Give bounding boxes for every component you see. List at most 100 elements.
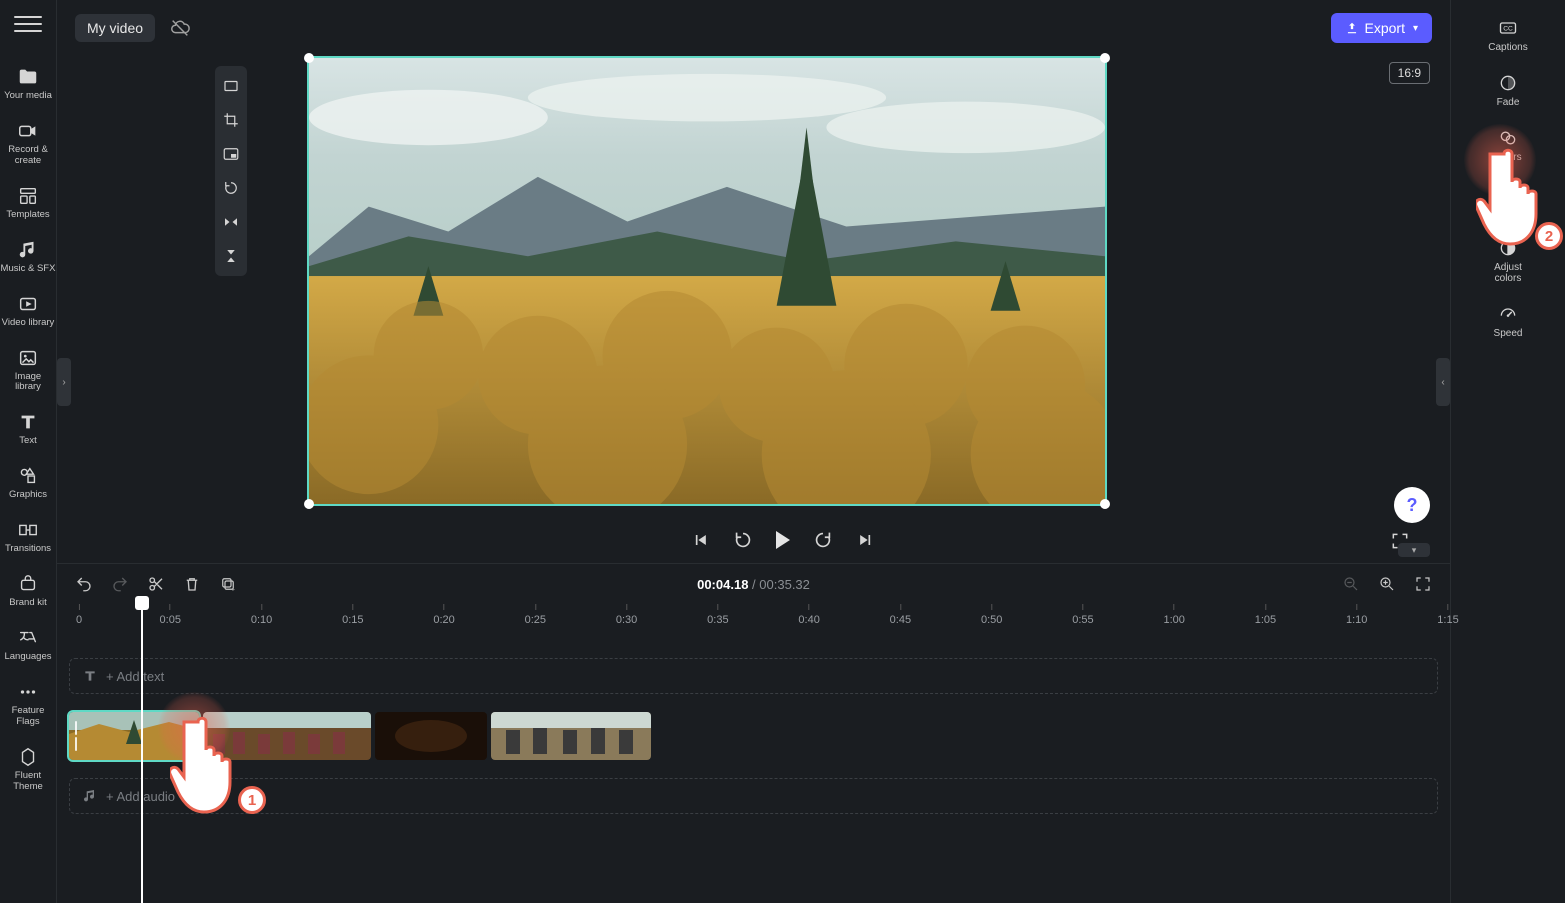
sidebar-item-record-create[interactable]: Record & create [0, 114, 57, 175]
adjust-colors-icon [1498, 238, 1518, 258]
flip-vertical-icon[interactable] [215, 240, 247, 272]
shapes-icon [17, 465, 39, 487]
export-button[interactable]: Export ▾ [1331, 13, 1433, 43]
music-note-icon [82, 788, 98, 804]
preview-frame-image [309, 58, 1105, 504]
theme-icon [17, 746, 39, 768]
sidebar-item-label: Brand kit [9, 598, 47, 609]
fade-icon [1498, 73, 1518, 93]
help-button[interactable]: ? [1394, 487, 1430, 523]
svg-text:+: + [231, 587, 235, 594]
right-sidebar: CC Captions Fade Filters Effects Adjust … [1450, 0, 1565, 903]
text-track-placeholder: + Add text [106, 669, 164, 684]
timeline-ruler[interactable]: 00:050:100:150:200:250:300:350:400:450:5… [69, 604, 1438, 630]
zoom-out-icon[interactable] [1342, 575, 1360, 593]
skip-start-icon[interactable] [690, 530, 710, 550]
preview-canvas[interactable] [307, 56, 1107, 506]
right-item-label: Effects [1493, 207, 1523, 218]
zoom-in-icon[interactable] [1378, 575, 1396, 593]
play-button-icon[interactable] [776, 531, 790, 549]
video-clip[interactable] [69, 712, 199, 760]
undo-icon[interactable] [75, 575, 93, 593]
collapse-preview-button[interactable]: ▾ [1398, 543, 1430, 557]
sidebar-item-feature-flags[interactable]: Feature Flags [0, 675, 57, 736]
sidebar-item-music-sfx[interactable]: Music & SFX [0, 233, 57, 283]
resize-handle[interactable] [304, 499, 314, 509]
sidebar-item-graphics[interactable]: Graphics [0, 459, 57, 509]
sidebar-item-image-library[interactable]: Image library [0, 341, 57, 402]
resize-handle[interactable] [304, 53, 314, 63]
right-item-effects[interactable]: Effects [1451, 177, 1565, 224]
rotate-tool-icon[interactable] [215, 172, 247, 204]
left-sidebar: Your media Record & create Templates Mus… [0, 0, 57, 903]
resize-handle[interactable] [1100, 53, 1110, 63]
music-note-icon [17, 239, 39, 261]
filters-icon [1498, 128, 1518, 148]
seek-forward-icon[interactable] [812, 529, 834, 551]
clip-trim-handle[interactable] [71, 712, 81, 760]
seek-back-icon[interactable] [732, 529, 754, 551]
sidebar-item-templates[interactable]: Templates [0, 179, 57, 229]
right-item-label: Filters [1494, 152, 1521, 163]
captions-icon: CC [1498, 18, 1518, 38]
video-track-lane[interactable] [69, 712, 1438, 760]
video-clip[interactable] [203, 712, 371, 760]
audio-track-lane[interactable]: + Add audio [69, 778, 1438, 814]
project-title[interactable]: My video [75, 14, 155, 42]
ruler-tick: 0:20 [433, 604, 454, 626]
ruler-tick: 0:35 [707, 604, 728, 626]
timeline-tracks: + Add text + Add audio [57, 630, 1450, 814]
ruler-tick: 0:05 [160, 604, 181, 626]
clip-trim-handle[interactable] [187, 712, 197, 760]
ruler-tick: 0:30 [616, 604, 637, 626]
right-item-captions[interactable]: CC Captions [1451, 12, 1565, 59]
text-track-lane[interactable]: + Add text [69, 658, 1438, 694]
timecode-current: 00:04.18 [697, 577, 748, 592]
svg-text:CC: CC [1503, 26, 1513, 33]
timeline-panel: + 00:04.18 / 00:35.32 00:050:100:150:200… [57, 563, 1450, 903]
aspect-ratio-selector[interactable]: 16:9 [1389, 62, 1430, 84]
duplicate-icon[interactable]: + [219, 575, 237, 593]
sidebar-item-fluent-theme[interactable]: Fluent Theme [0, 740, 57, 801]
split-icon[interactable] [147, 575, 165, 593]
more-icon [17, 681, 39, 703]
chevron-down-icon: ▾ [1413, 23, 1418, 34]
sidebar-item-brand-kit[interactable]: Brand kit [0, 567, 57, 617]
languages-icon [17, 627, 39, 649]
tutorial-step-badge: 2 [1535, 222, 1563, 250]
zoom-fit-icon[interactable] [1414, 575, 1432, 593]
right-item-fade[interactable]: Fade [1451, 67, 1565, 114]
cloud-off-icon[interactable] [169, 17, 191, 39]
delete-icon[interactable] [183, 575, 201, 593]
right-item-label: Adjust colors [1494, 262, 1522, 284]
ruler-tick: 0:25 [525, 604, 546, 626]
fit-tool-icon[interactable] [215, 70, 247, 102]
hamburger-menu-icon[interactable] [14, 10, 42, 38]
resize-handle[interactable] [1100, 499, 1110, 509]
tutorial-step-badge: 1 [238, 786, 266, 814]
sidebar-item-languages[interactable]: Languages [0, 621, 57, 671]
pip-tool-icon[interactable] [215, 138, 247, 170]
image-icon [17, 347, 39, 369]
text-icon [82, 668, 98, 684]
video-clip[interactable] [491, 712, 651, 760]
sidebar-item-transitions[interactable]: Transitions [0, 513, 57, 563]
right-item-filters[interactable]: Filters [1451, 122, 1565, 169]
right-item-speed[interactable]: Speed [1451, 298, 1565, 345]
redo-icon [111, 575, 129, 593]
sidebar-item-label: Templates [6, 210, 49, 221]
speed-icon [1498, 304, 1518, 324]
playhead[interactable] [141, 600, 143, 903]
skip-end-icon[interactable] [856, 530, 876, 550]
camera-icon [17, 120, 39, 142]
sidebar-item-video-library[interactable]: Video library [0, 287, 57, 337]
sidebar-item-text[interactable]: Text [0, 405, 57, 455]
ruler-tick: 0:15 [342, 604, 363, 626]
crop-tool-icon[interactable] [215, 104, 247, 136]
sidebar-item-your-media[interactable]: Your media [0, 60, 57, 110]
playback-controls [690, 529, 876, 551]
video-clip[interactable] [375, 712, 487, 760]
sidebar-item-label: Languages [4, 652, 51, 663]
brand-kit-icon [17, 573, 39, 595]
flip-horizontal-icon[interactable] [215, 206, 247, 238]
